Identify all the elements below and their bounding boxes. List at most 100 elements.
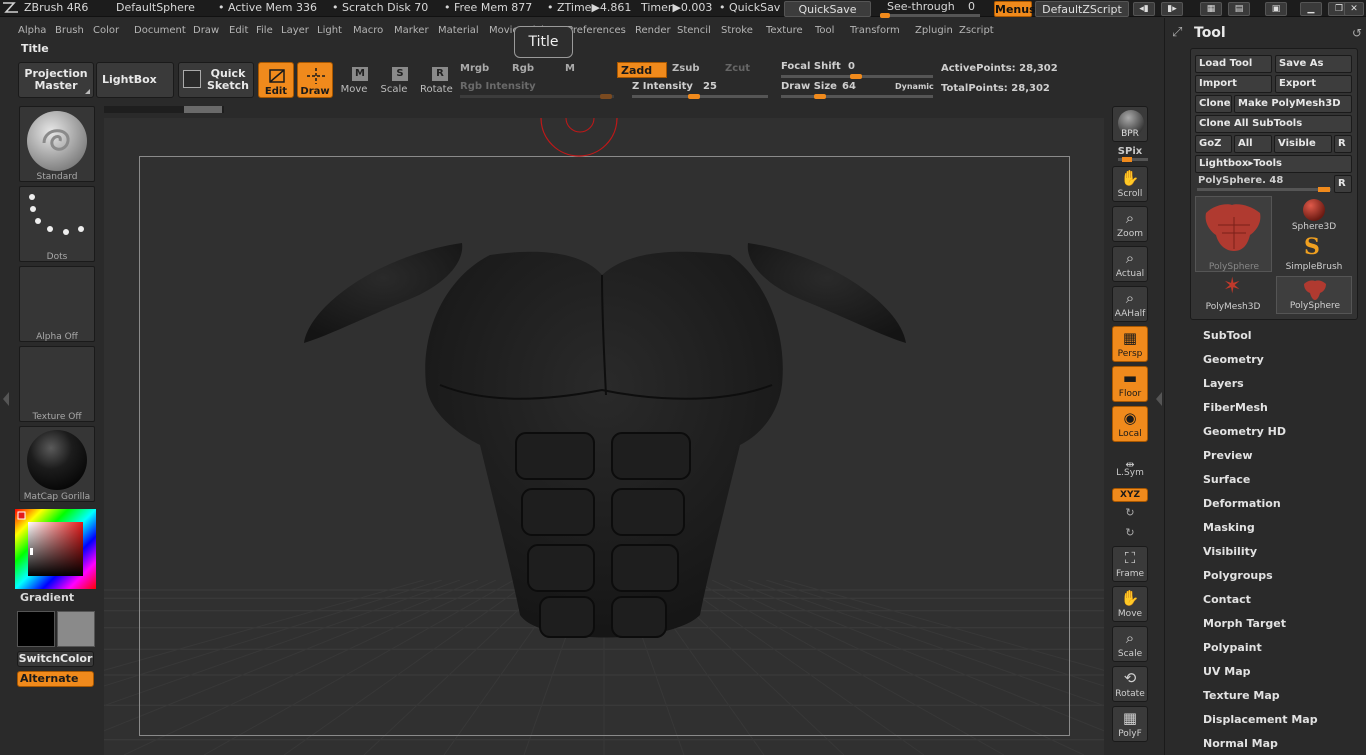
menu-document[interactable]: Document — [134, 22, 186, 40]
mrgb-button[interactable]: Mrgb — [460, 63, 489, 74]
tool-palette-title[interactable]: Tool — [1194, 25, 1226, 41]
menu-stroke[interactable]: Stroke — [721, 22, 753, 40]
local-button[interactable]: ◉ Local — [1112, 406, 1148, 442]
lightbox-button[interactable]: LightBox — [96, 62, 174, 98]
zadd-button[interactable]: Zadd — [617, 62, 667, 78]
subpalette-masking[interactable]: Masking — [1203, 521, 1255, 534]
menu-stencil[interactable]: Stencil — [677, 22, 711, 40]
subpalette-polypaint[interactable]: Polypaint — [1203, 641, 1262, 654]
canvas-scrollbar-thumb[interactable] — [184, 106, 222, 113]
import-button[interactable]: Import — [1195, 75, 1272, 93]
goz-r-button[interactable]: R — [1334, 135, 1352, 153]
palette-dock-icon[interactable]: ⤢ — [1172, 25, 1188, 41]
right-tray-toggle-icon[interactable] — [1156, 392, 1162, 406]
lock-icon[interactable]: ▣ — [1265, 2, 1287, 16]
menu-color[interactable]: Color — [93, 22, 119, 40]
rgb-intensity-slider[interactable] — [460, 95, 614, 98]
current-tool-knob[interactable] — [1318, 187, 1330, 192]
switch-color-button[interactable]: SwitchColor — [17, 651, 94, 667]
goz-visible-button[interactable]: Visible — [1274, 135, 1332, 153]
menu-alpha[interactable]: Alpha — [18, 22, 46, 40]
subpalette-normal-map[interactable]: Normal Map — [1203, 737, 1278, 750]
subpalette-deformation[interactable]: Deformation — [1203, 497, 1281, 510]
draw-mode-button[interactable]: Draw — [297, 62, 333, 98]
current-tool-slider[interactable]: PolySphere. 48 — [1198, 175, 1283, 186]
subpalette-preview[interactable]: Preview — [1203, 449, 1253, 462]
alternate-button[interactable]: Alternate — [17, 671, 94, 687]
menu-texture[interactable]: Texture — [766, 22, 803, 40]
subpalette-polygroups[interactable]: Polygroups — [1203, 569, 1273, 582]
make-polymesh3d-button[interactable]: Make PolyMesh3D — [1234, 95, 1352, 113]
subpalette-fibermesh[interactable]: FiberMesh — [1203, 401, 1268, 414]
move-button[interactable]: ✋ Move — [1112, 586, 1148, 622]
menus-button[interactable]: Menus — [994, 1, 1036, 17]
menu-material[interactable]: Material — [438, 22, 479, 40]
zcut-button[interactable]: Zcut — [725, 63, 750, 74]
layout-icon[interactable]: ▦ — [1200, 2, 1222, 16]
rgb-intensity-knob[interactable] — [600, 94, 612, 99]
menu-edit[interactable]: Edit — [229, 22, 248, 40]
draw-size-knob[interactable] — [814, 94, 826, 99]
default-zscript-button[interactable]: DefaultZScript — [1035, 1, 1129, 17]
brush-button[interactable]: Standard — [19, 106, 95, 182]
texture-button[interactable]: Texture Off — [19, 346, 95, 422]
spix-knob[interactable] — [1122, 157, 1132, 162]
scroll-button[interactable]: ✋ Scroll — [1112, 166, 1148, 202]
subpalette-layers[interactable]: Layers — [1203, 377, 1244, 390]
zsub-button[interactable]: Zsub — [672, 63, 699, 74]
close-icon[interactable]: ✕ — [1344, 2, 1364, 16]
rotate-button[interactable]: ⟲ Rotate — [1112, 666, 1148, 702]
subpalette-uv-map[interactable]: UV Map — [1203, 665, 1251, 678]
menu-macro[interactable]: Macro — [353, 22, 383, 40]
tool-thumb-sphere3d[interactable]: Sphere3D — [1276, 196, 1352, 234]
frame-button[interactable]: ⛶ Frame — [1112, 546, 1148, 582]
menu-zscript[interactable]: Zscript — [959, 22, 994, 40]
z-intensity-slider[interactable] — [632, 95, 768, 98]
projection-master-button[interactable]: Projection Master — [18, 62, 94, 98]
palette-reset-icon[interactable]: ↺ — [1352, 26, 1366, 40]
xyz-button[interactable]: XYZ — [1112, 488, 1148, 502]
goz-button[interactable]: GoZ — [1195, 135, 1232, 153]
tool-thumb-polymesh3d[interactable]: ✶ PolyMesh3D — [1195, 274, 1272, 314]
quick-sketch-button[interactable]: Quick Sketch — [178, 62, 254, 98]
export-button[interactable]: Export — [1275, 75, 1352, 93]
layout-alt-icon[interactable]: ▤ — [1228, 2, 1250, 16]
floor-button[interactable]: ▬ Floor — [1112, 366, 1148, 402]
menu-draw[interactable]: Draw — [193, 22, 219, 40]
menu-preferences[interactable]: Preferences — [567, 22, 626, 40]
minimize-icon[interactable]: ▁ — [1300, 2, 1322, 16]
subpalette-texture-map[interactable]: Texture Map — [1203, 689, 1280, 702]
scale-button[interactable]: ⌕ Scale — [1112, 626, 1148, 662]
subpalette-morph-target[interactable]: Morph Target — [1203, 617, 1286, 630]
tool-thumb-polysphere-active[interactable]: PolySphere — [1195, 196, 1272, 272]
main-color-swatch[interactable] — [17, 611, 55, 647]
menu-transform[interactable]: Transform — [850, 22, 900, 40]
clone-button[interactable]: Clone — [1195, 95, 1232, 113]
rotate-mode-button[interactable]: R Rotate — [420, 62, 454, 98]
armor-torso-model[interactable] — [290, 235, 920, 655]
menu-light[interactable]: Light — [317, 22, 342, 40]
subpalette-contact[interactable]: Contact — [1203, 593, 1251, 606]
polyf-button[interactable]: ▦ PolyF — [1112, 706, 1148, 742]
menu-render[interactable]: Render — [635, 22, 671, 40]
see-through-knob[interactable] — [880, 13, 890, 18]
rotate-y-icon[interactable]: ↻ — [1123, 506, 1137, 520]
alpha-button[interactable]: Alpha Off — [19, 266, 95, 342]
m-button[interactable]: M — [565, 63, 575, 74]
subpalette-surface[interactable]: Surface — [1203, 473, 1250, 486]
menu-tool[interactable]: Tool — [815, 22, 834, 40]
tool-thumb-polysphere[interactable]: PolySphere — [1276, 276, 1352, 314]
draw-size-slider[interactable] — [781, 95, 933, 98]
aahalf-button[interactable]: ⌕ AAHalf — [1112, 286, 1148, 322]
rotate-z-icon[interactable]: ↻ — [1123, 526, 1137, 540]
tool-thumb-simplebrush[interactable]: S SimpleBrush — [1276, 234, 1352, 274]
rgb-button[interactable]: Rgb — [512, 63, 534, 74]
stroke-button[interactable]: Dots — [19, 186, 95, 262]
menu-brush[interactable]: Brush — [55, 22, 84, 40]
goz-all-button[interactable]: All — [1234, 135, 1272, 153]
persp-button[interactable]: ▦ Persp — [1112, 326, 1148, 362]
lightbox-tools-button[interactable]: Lightbox▸Tools — [1195, 155, 1352, 173]
zoom-button[interactable]: ⌕ Zoom — [1112, 206, 1148, 242]
scroll-right-icon[interactable]: ▮▸ — [1161, 2, 1183, 16]
subpalette-visibility[interactable]: Visibility — [1203, 545, 1257, 558]
